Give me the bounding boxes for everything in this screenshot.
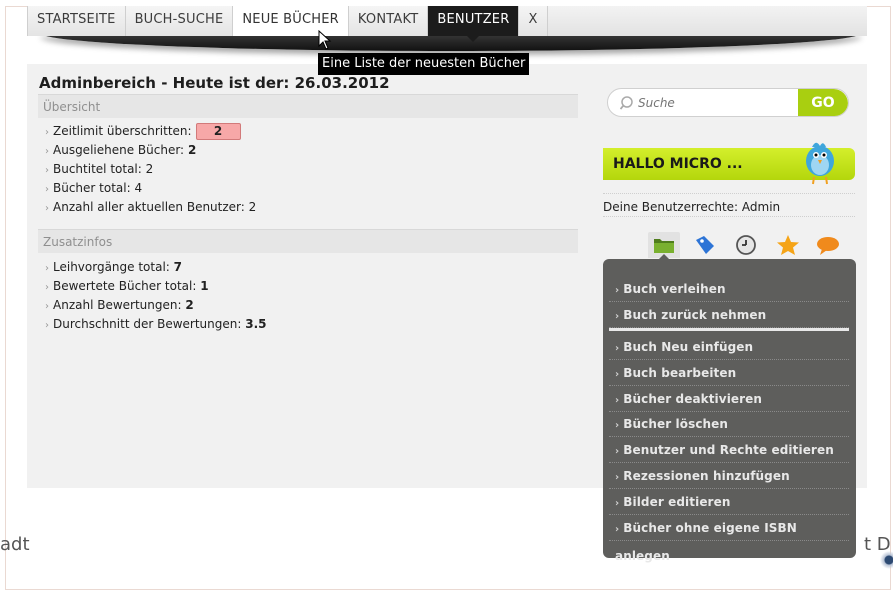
extra-stats: › Leihvorgänge total: 7 › Bewertete Bücher… bbox=[45, 258, 267, 334]
search-icon bbox=[620, 96, 633, 110]
chevron-right-icon: › bbox=[615, 311, 620, 322]
menu-item-add-book[interactable]: › Buch Neu einfügen bbox=[609, 334, 849, 360]
section-heading-extra: Zusatzinfos bbox=[38, 229, 578, 253]
menu-item-edit-book[interactable]: › Buch bearbeiten bbox=[609, 360, 849, 386]
mouse-cursor-icon bbox=[318, 30, 332, 50]
stat-book-titles: › Buchtitel total: 2 bbox=[45, 162, 154, 176]
bullet-icon: › bbox=[45, 165, 49, 176]
twitter-bird-icon bbox=[806, 142, 834, 185]
search-input[interactable] bbox=[638, 93, 798, 113]
bullet-icon: › bbox=[45, 320, 49, 331]
menu-item-deactivate-books[interactable]: › Bücher deaktivieren bbox=[609, 386, 849, 412]
bullet-icon: › bbox=[45, 146, 49, 157]
overview-stats: › Zeitlimit überschritten: 2 › Ausgeliehene… bbox=[45, 122, 256, 217]
background-text-fragment-left: adt bbox=[0, 534, 30, 555]
chevron-right-icon: › bbox=[615, 498, 620, 509]
chevron-right-icon: › bbox=[615, 446, 620, 457]
tab-comment[interactable] bbox=[812, 232, 844, 258]
stat-ratings-average: › Durchschnitt der Bewertungen: 3.5 bbox=[45, 317, 267, 331]
menu-item-edit-images[interactable]: › Bilder editieren bbox=[609, 489, 849, 515]
menu-separator bbox=[609, 328, 849, 331]
nav-item-startseite[interactable]: STARTSEITE bbox=[27, 6, 126, 36]
bullet-icon: › bbox=[45, 263, 49, 274]
stat-ratings-count: › Anzahl Bewertungen: 2 bbox=[45, 298, 194, 312]
bullet-icon: › bbox=[45, 203, 49, 214]
stat-users-total: › Anzahl aller aktuellen Benutzer: 2 bbox=[45, 200, 257, 214]
stat-lent-books: › Ausgeliehene Bücher: 2 bbox=[45, 143, 197, 157]
tab-tag[interactable] bbox=[689, 232, 721, 258]
menu-item-lend-book[interactable]: › Buch verleihen bbox=[609, 276, 849, 302]
background-decoration bbox=[873, 548, 893, 578]
clock-icon bbox=[736, 235, 756, 255]
stat-rated-books: › Bewertete Bücher total: 1 bbox=[45, 279, 209, 293]
user-rights: Deine Benutzerrechte: Admin bbox=[603, 193, 855, 217]
section-heading-overview: Übersicht bbox=[38, 94, 578, 118]
speech-bubble-icon bbox=[817, 237, 839, 255]
nav-tooltip: Eine Liste der neuesten Bücher bbox=[318, 53, 530, 75]
stat-loans-total: › Leihvorgänge total: 7 bbox=[45, 260, 183, 274]
star-icon bbox=[777, 235, 799, 255]
chevron-right-icon: › bbox=[615, 369, 620, 380]
main-navigation: STARTSEITE BUCH-SUCHE NEUE BÜCHER KONTAK… bbox=[27, 6, 867, 42]
tab-clock[interactable] bbox=[730, 232, 762, 258]
bullet-icon: › bbox=[45, 282, 49, 293]
stat-overdue: › Zeitlimit überschritten: 2 bbox=[45, 122, 256, 141]
overdue-badge: 2 bbox=[195, 123, 241, 140]
search-go-button[interactable]: GO bbox=[798, 89, 848, 116]
search-box: GO bbox=[607, 88, 849, 117]
chevron-right-icon: › bbox=[615, 343, 620, 354]
stat-books-total: › Bücher total: 4 bbox=[45, 181, 143, 195]
chevron-right-icon: › bbox=[615, 472, 620, 483]
page-title: Adminbereich - Heute ist der: 26.03.2012 bbox=[39, 74, 390, 92]
menu-item-delete-books[interactable]: › Bücher löschen bbox=[609, 411, 849, 437]
bullet-icon: › bbox=[45, 127, 49, 138]
menu-item-books-without-isbn[interactable]: › Bücher ohne eigene ISBN anlegen bbox=[609, 515, 849, 563]
nav-item-kontakt[interactable]: KONTAKT bbox=[348, 6, 429, 36]
bullet-icon: › bbox=[45, 184, 49, 195]
menu-item-add-reviews[interactable]: › Rezessionen hinzufügen bbox=[609, 463, 849, 489]
menu-item-return-book[interactable]: › Buch zurück nehmen bbox=[609, 302, 849, 328]
chevron-right-icon: › bbox=[615, 285, 620, 296]
tag-icon bbox=[696, 236, 714, 254]
bullet-icon: › bbox=[45, 301, 49, 312]
nav-item-buch-suche[interactable]: BUCH-SUCHE bbox=[125, 6, 234, 36]
menu-item-edit-users-rights[interactable]: › Benutzer und Rechte editieren bbox=[609, 437, 849, 463]
chevron-right-icon: › bbox=[615, 395, 620, 406]
user-rights-value: Admin bbox=[741, 200, 781, 214]
chevron-right-icon: › bbox=[615, 524, 620, 535]
nav-item-logout[interactable]: X bbox=[519, 6, 548, 36]
chevron-right-icon: › bbox=[615, 420, 620, 431]
tab-star[interactable] bbox=[772, 232, 804, 258]
nav-item-benutzer[interactable]: BENUTZER bbox=[428, 6, 520, 42]
